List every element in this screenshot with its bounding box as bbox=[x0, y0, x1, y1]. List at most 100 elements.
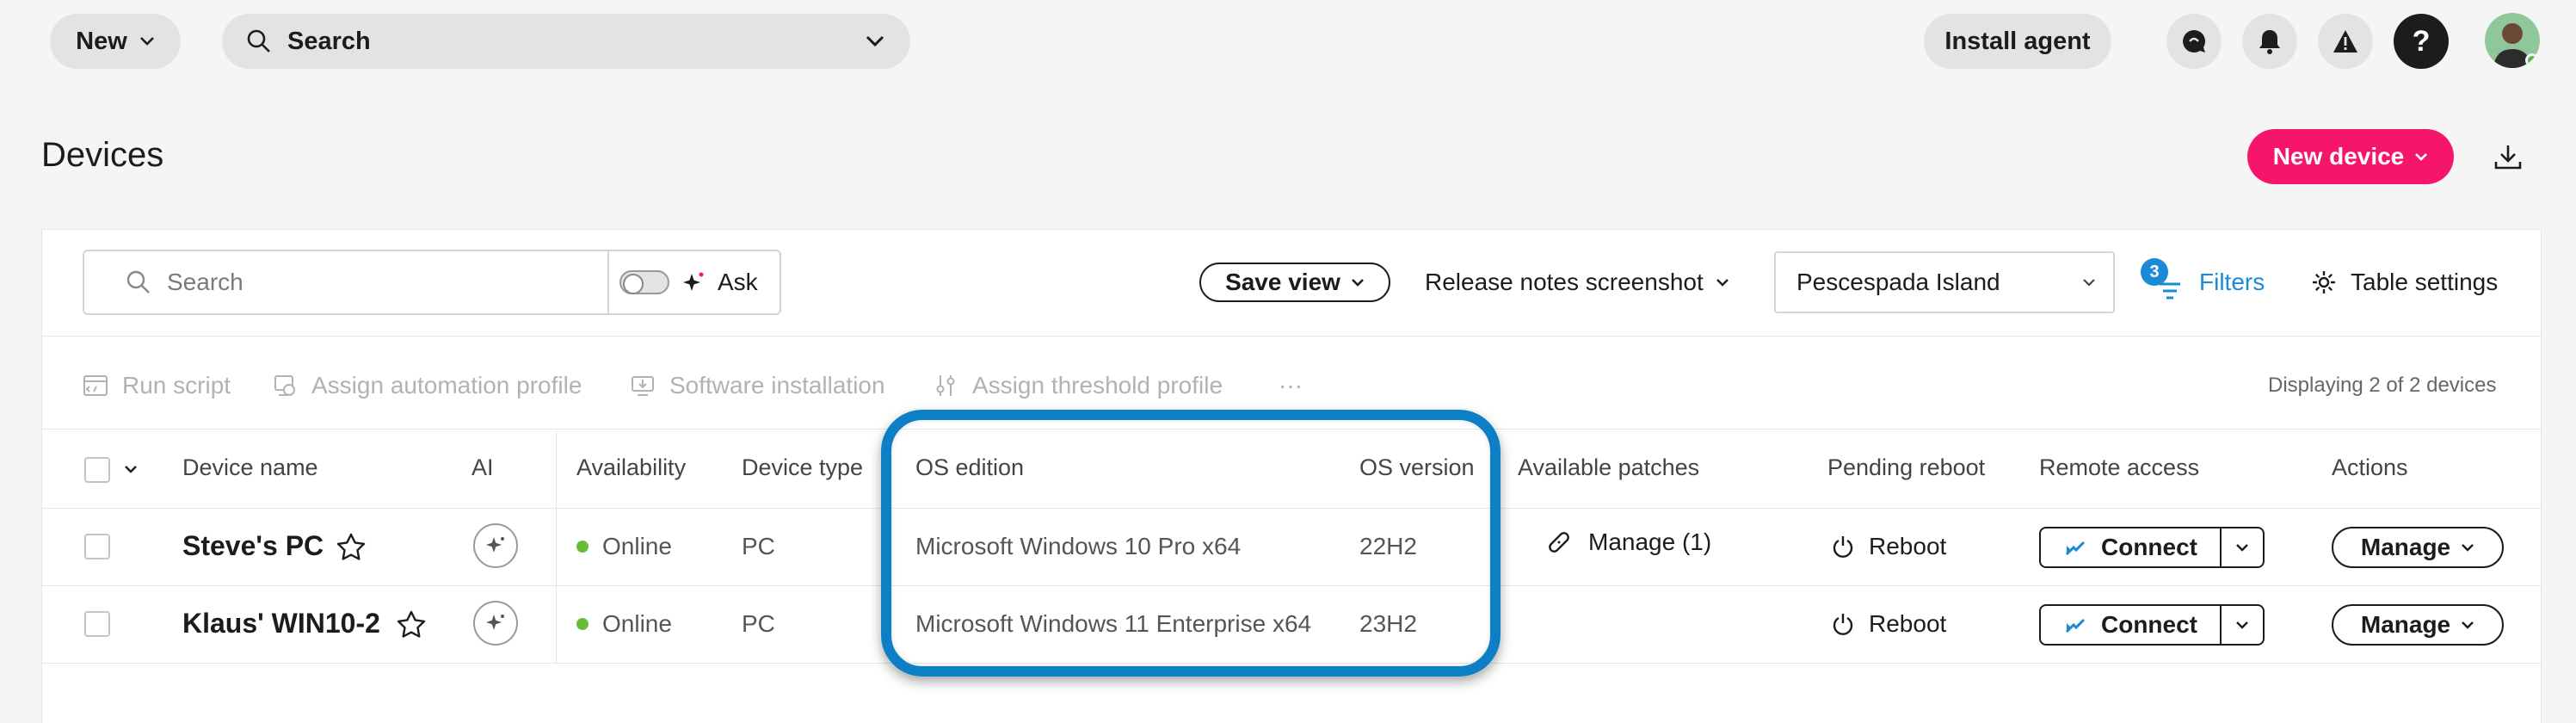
install-agent-label: Install agent bbox=[1944, 27, 2091, 55]
chevron-down-icon bbox=[2082, 278, 2096, 287]
reboot-label: Reboot bbox=[1869, 533, 1947, 559]
ai-assist-button[interactable] bbox=[473, 523, 518, 568]
global-search[interactable]: Search bbox=[222, 14, 910, 69]
col-actions: Actions bbox=[2332, 454, 2408, 480]
col-device-name[interactable]: Device name bbox=[182, 454, 318, 481]
new-button-label: New bbox=[76, 27, 127, 55]
ask-ai-toggle[interactable]: Ask bbox=[619, 251, 758, 313]
automation-icon bbox=[272, 373, 298, 399]
ai-assist-button[interactable] bbox=[473, 601, 518, 646]
row-checkbox[interactable] bbox=[84, 534, 110, 559]
new-button[interactable]: New bbox=[50, 14, 181, 69]
search-icon bbox=[126, 269, 151, 295]
sparkle-icon bbox=[681, 270, 706, 294]
availability-text: Online bbox=[602, 533, 672, 559]
device-type: PC bbox=[742, 533, 775, 559]
chevron-down-icon bbox=[139, 36, 155, 46]
availability-status: Online bbox=[576, 610, 672, 638]
run-script-label: Run script bbox=[122, 372, 231, 399]
assign-automation-action[interactable]: Assign automation profile bbox=[272, 368, 582, 403]
displaying-count: Displaying 2 of 2 devices bbox=[2268, 374, 2497, 397]
view-selector[interactable]: Release notes screenshot bbox=[1425, 263, 1729, 302]
col-pending-reboot[interactable]: Pending reboot bbox=[1827, 454, 1985, 481]
os-columns-highlight bbox=[881, 410, 1501, 677]
online-status-dot bbox=[2525, 53, 2539, 67]
power-icon bbox=[1831, 612, 1855, 636]
connect-label: Connect bbox=[2101, 534, 2197, 560]
remote-access-icon bbox=[2063, 535, 2087, 559]
search-divider bbox=[607, 251, 609, 313]
connect-button[interactable]: Connect bbox=[2041, 606, 2222, 644]
col-ai: AI bbox=[471, 454, 494, 480]
script-icon bbox=[83, 373, 108, 399]
new-device-label: New device bbox=[2272, 143, 2405, 170]
availability-text: Online bbox=[602, 610, 672, 637]
chat-icon bbox=[2180, 28, 2208, 55]
table-search-input[interactable]: Search bbox=[84, 251, 607, 313]
table-settings-label: Table settings bbox=[2351, 269, 2499, 295]
chevron-down-icon bbox=[2235, 543, 2249, 552]
site-select[interactable]: Pescespada Island bbox=[1774, 251, 2115, 313]
chevron-down-icon bbox=[2235, 621, 2249, 629]
new-device-button[interactable]: New device bbox=[2247, 129, 2454, 184]
assign-threshold-label: Assign threshold profile bbox=[972, 372, 1223, 399]
chevron-down-icon bbox=[2461, 543, 2474, 552]
alerts-button[interactable] bbox=[2318, 14, 2373, 69]
save-view-button[interactable]: Save view bbox=[1199, 263, 1390, 302]
global-search-label: Search bbox=[287, 27, 371, 55]
more-icon: ··· bbox=[1279, 372, 1303, 399]
col-device-type[interactable]: Device type bbox=[742, 454, 863, 481]
chevron-down-icon bbox=[2461, 621, 2474, 629]
online-dot bbox=[576, 618, 589, 630]
assign-threshold-action[interactable]: Assign threshold profile bbox=[933, 368, 1223, 403]
manage-button[interactable]: Manage bbox=[2332, 604, 2504, 646]
more-actions-button[interactable]: ··· bbox=[1279, 368, 1303, 403]
device-name-link[interactable]: Steve's PC bbox=[182, 530, 324, 562]
chevron-down-icon[interactable] bbox=[866, 35, 884, 47]
remote-access-icon bbox=[2063, 613, 2087, 637]
connect-button[interactable]: Connect bbox=[2041, 528, 2222, 566]
chat-button[interactable] bbox=[2166, 14, 2222, 69]
connect-options-dropdown[interactable] bbox=[2222, 528, 2263, 566]
device-name-link[interactable]: Klaus' WIN10-2 bbox=[182, 608, 380, 640]
chevron-down-icon bbox=[1716, 278, 1729, 287]
power-icon bbox=[1831, 535, 1855, 559]
avatar[interactable] bbox=[2485, 13, 2540, 68]
filters-label: Filters bbox=[2199, 269, 2265, 295]
star-icon[interactable] bbox=[396, 609, 427, 640]
col-available-patches[interactable]: Available patches bbox=[1518, 454, 1699, 481]
install-agent-button[interactable]: Install agent bbox=[1924, 14, 2111, 69]
table-settings-button[interactable]: Table settings bbox=[2311, 263, 2498, 302]
availability-status: Online bbox=[576, 533, 672, 560]
table-search-placeholder: Search bbox=[167, 269, 243, 295]
software-installation-action[interactable]: Software installation bbox=[630, 368, 885, 403]
manage-patches-link[interactable]: Manage (1) bbox=[1545, 528, 1711, 556]
help-button[interactable]: ? bbox=[2394, 14, 2449, 69]
chevron-down-icon[interactable] bbox=[124, 465, 138, 473]
help-icon: ? bbox=[2412, 24, 2431, 58]
filter-icon: 3 bbox=[2141, 258, 2189, 306]
col-availability[interactable]: Availability bbox=[576, 454, 686, 481]
filters-button[interactable]: 3 Filters bbox=[2141, 250, 2265, 315]
column-divider bbox=[556, 430, 557, 663]
select-all-checkbox[interactable] bbox=[84, 457, 110, 483]
sparkle-icon bbox=[484, 612, 507, 634]
assign-automation-label: Assign automation profile bbox=[311, 372, 582, 399]
notifications-button[interactable] bbox=[2242, 14, 2297, 69]
online-dot bbox=[576, 541, 589, 553]
row-checkbox[interactable] bbox=[84, 611, 110, 637]
manage-label: Manage bbox=[2360, 611, 2451, 638]
manage-button[interactable]: Manage bbox=[2332, 527, 2504, 568]
remote-connect-group: Connect bbox=[2039, 527, 2265, 568]
ask-toggle-switch[interactable] bbox=[619, 270, 669, 294]
install-icon bbox=[630, 373, 656, 399]
connect-options-dropdown[interactable] bbox=[2222, 606, 2263, 644]
download-icon[interactable] bbox=[2493, 143, 2523, 170]
chevron-down-icon bbox=[1351, 278, 1365, 287]
reboot-button[interactable]: Reboot bbox=[1831, 610, 1946, 638]
site-select-value: Pescespada Island bbox=[1796, 269, 2000, 295]
manage-label: Manage bbox=[2360, 534, 2451, 560]
star-icon[interactable] bbox=[336, 532, 367, 563]
run-script-action[interactable]: Run script bbox=[83, 368, 231, 403]
reboot-button[interactable]: Reboot bbox=[1831, 533, 1946, 560]
